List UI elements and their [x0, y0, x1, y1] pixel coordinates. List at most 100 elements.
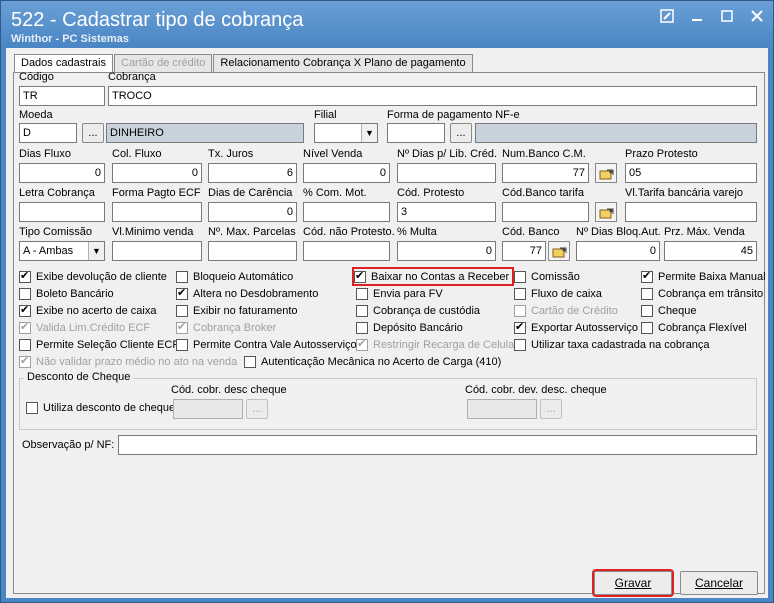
chk-deposito-bancario[interactable]: Depósito Bancário	[356, 320, 463, 335]
chk-baixar-contas-receber[interactable]: Baixar no Contas a Receber	[351, 267, 515, 286]
cobranca-input[interactable]: TROCO	[108, 86, 757, 106]
chk-exibir-faturamento[interactable]: Exibir no faturamento	[176, 303, 298, 318]
chk-permite-contra-vale[interactable]: Permite Contra Vale Autosserviço	[176, 337, 357, 352]
title-bar: 522 - Cadastrar tipo de cobrança Winthor…	[1, 1, 773, 47]
cod-banco-tarifa-input[interactable]	[502, 202, 589, 222]
checkbox-box	[641, 287, 653, 300]
maximize-icon[interactable]	[719, 9, 735, 23]
prz-max-venda-input[interactable]: 45	[664, 241, 757, 261]
chk-bloqueio-automatico[interactable]: Bloqueio Automático	[176, 269, 293, 284]
chk-exibe-acerto-caixa[interactable]: Exibe no acerto de caixa	[19, 303, 156, 318]
cod-desc-cheque-input[interactable]	[173, 399, 243, 419]
dias-bloq-aut-input[interactable]: 0	[576, 241, 660, 261]
filial-select[interactable]: ▼	[314, 123, 378, 143]
chk-fluxo-caixa[interactable]: Fluxo de caixa	[514, 286, 602, 301]
cod-dev-cheque-lookup-button[interactable]: ...	[540, 399, 562, 419]
forma-pag-nfe-label: Forma de pagamento NF-e	[387, 109, 520, 121]
chk-autenticacao-mecanica[interactable]: Autenticação Mecânica no Acerto de Carga…	[244, 354, 501, 369]
tab-relacionamento[interactable]: Relacionamento Cobrança X Plano de pagam…	[213, 54, 473, 72]
checkbox-box	[19, 269, 31, 283]
chk-comissao[interactable]: Comissão	[514, 269, 580, 284]
checkbox-box	[176, 286, 188, 300]
chk-permite-selecao-cliente[interactable]: Permite Seleção Cliente ECF	[19, 337, 179, 352]
window-body: Dados cadastrais Cartão de crédito Relac…	[6, 48, 768, 598]
multa-input[interactable]: 0	[397, 241, 496, 261]
forma-pagto-ecf-input[interactable]	[112, 202, 202, 222]
window-title: 522 - Cadastrar tipo de cobrança	[11, 9, 304, 31]
checkbox-box	[356, 337, 368, 351]
num-banco-cm-input[interactable]: 77	[502, 163, 589, 183]
chk-cobranca-custodia[interactable]: Cobrança de custódia	[356, 303, 480, 318]
chk-cobranca-flexivel[interactable]: Cobrança Flexível	[641, 320, 747, 335]
checkbox-box	[641, 321, 653, 334]
vl-tarifa-input[interactable]	[625, 202, 757, 222]
chk-cobranca-transito[interactable]: Cobrança em trânsito	[641, 286, 763, 301]
moeda-label: Moeda	[19, 109, 53, 121]
tab-panel: Código TR Cobrança TROCO Moeda D ... DIN…	[13, 71, 766, 597]
forma-pag-nfe-description	[475, 123, 757, 143]
chk-cheque[interactable]: Cheque	[641, 303, 697, 318]
moeda-input[interactable]: D	[19, 123, 77, 143]
checkbox-label: Cobrança Broker	[193, 321, 277, 334]
cod-desc-cheque-lookup-button[interactable]: ...	[246, 399, 268, 419]
letra-cobranca-input[interactable]	[19, 202, 105, 222]
checkbox-box	[514, 320, 526, 334]
nivel-venda-input[interactable]: 0	[303, 163, 390, 183]
vl-minimo-venda-input[interactable]	[112, 241, 202, 261]
minimize-icon[interactable]	[689, 9, 705, 23]
col-fluxo-input[interactable]: 0	[112, 163, 202, 183]
chk-utilizar-taxa[interactable]: Utilizar taxa cadastrada na cobrança	[514, 337, 710, 352]
chk-cobranca-broker[interactable]: Cobrança Broker	[176, 320, 276, 335]
dias-carencia-input[interactable]: 0	[208, 202, 297, 222]
chk-nao-validar-prazo[interactable]: Não validar prazo médio no ato na venda	[19, 354, 237, 369]
close-icon[interactable]	[749, 9, 765, 23]
dias-fluxo-input[interactable]: 0	[19, 163, 105, 183]
cancelar-button[interactable]: Cancelar	[680, 571, 758, 595]
chk-boleto-bancario[interactable]: Boleto Bancário	[19, 286, 114, 301]
checkbox-box	[176, 304, 188, 317]
checkbox-box	[176, 270, 188, 283]
checkbox-label: Baixar no Contas a Receber	[371, 270, 510, 283]
tab-bar: Dados cadastrais Cartão de crédito Relac…	[14, 54, 474, 73]
cod-banco-tarifa-search-icon[interactable]	[595, 202, 617, 222]
filial-label: Filial	[314, 109, 337, 121]
checkbox-label: Cartão de Crédito	[531, 304, 618, 317]
prazo-protesto-input[interactable]: 05	[625, 163, 757, 183]
moeda-lookup-button[interactable]: ...	[82, 123, 104, 143]
chk-envia-fv[interactable]: Envia para FV	[356, 286, 443, 301]
chk-cartao-credito[interactable]: Cartão de Crédito	[514, 303, 618, 318]
tx-juros-input[interactable]: 6	[208, 163, 297, 183]
checkbox-label: Depósito Bancário	[373, 321, 463, 334]
observacao-input[interactable]	[118, 435, 757, 455]
forma-pag-nfe-lookup-button[interactable]: ...	[450, 123, 472, 143]
num-banco-cm-label: Num.Banco C.M.	[502, 148, 586, 160]
com-mot-input[interactable]	[303, 202, 390, 222]
tx-juros-label: Tx. Juros	[208, 148, 254, 160]
checkbox-label: Exportar Autosserviço	[531, 321, 638, 334]
checkbox-box	[641, 269, 653, 283]
cod-banco-search-icon[interactable]	[548, 241, 570, 261]
chk-utiliza-desconto-cheque[interactable]: Utiliza desconto de cheque	[26, 400, 175, 415]
max-parcelas-input[interactable]	[208, 241, 297, 261]
num-banco-cm-search-icon[interactable]	[595, 163, 617, 183]
chk-exportar-autosservico[interactable]: Exportar Autosserviço	[514, 320, 638, 335]
gravar-button[interactable]: Gravar	[592, 569, 674, 597]
chk-altera-desdobramento[interactable]: Altera no Desdobramento	[176, 286, 318, 301]
cod-dev-cheque-input[interactable]	[467, 399, 537, 419]
codigo-input[interactable]: TR	[19, 86, 105, 106]
forma-pag-nfe-input[interactable]	[387, 123, 445, 143]
tab-cartao-credito[interactable]: Cartão de crédito	[114, 54, 213, 72]
chk-permite-baixa-manual[interactable]: Permite Baixa Manual	[641, 269, 766, 284]
cod-banco-input[interactable]: 77	[502, 241, 546, 261]
chk-valida-lim-credito[interactable]: Valida Lim.Crédito ECF	[19, 320, 150, 335]
tipo-comissao-label: Tipo Comissão	[19, 226, 92, 238]
checkbox-label: Altera no Desdobramento	[193, 287, 319, 300]
tipo-comissao-select[interactable]: A - Ambas ▼	[19, 241, 105, 261]
checkbox-box	[356, 304, 368, 317]
dias-lib-cred-input[interactable]	[397, 163, 496, 183]
chk-exibe-devolucao[interactable]: Exibe devolução de cliente	[19, 269, 167, 284]
cod-nao-protesto-input[interactable]	[303, 241, 390, 261]
cod-protesto-input[interactable]: 3	[397, 202, 496, 222]
chk-restringir-recarga[interactable]: Restringir Recarga de Celular	[356, 337, 518, 352]
edit-icon[interactable]	[659, 9, 675, 23]
